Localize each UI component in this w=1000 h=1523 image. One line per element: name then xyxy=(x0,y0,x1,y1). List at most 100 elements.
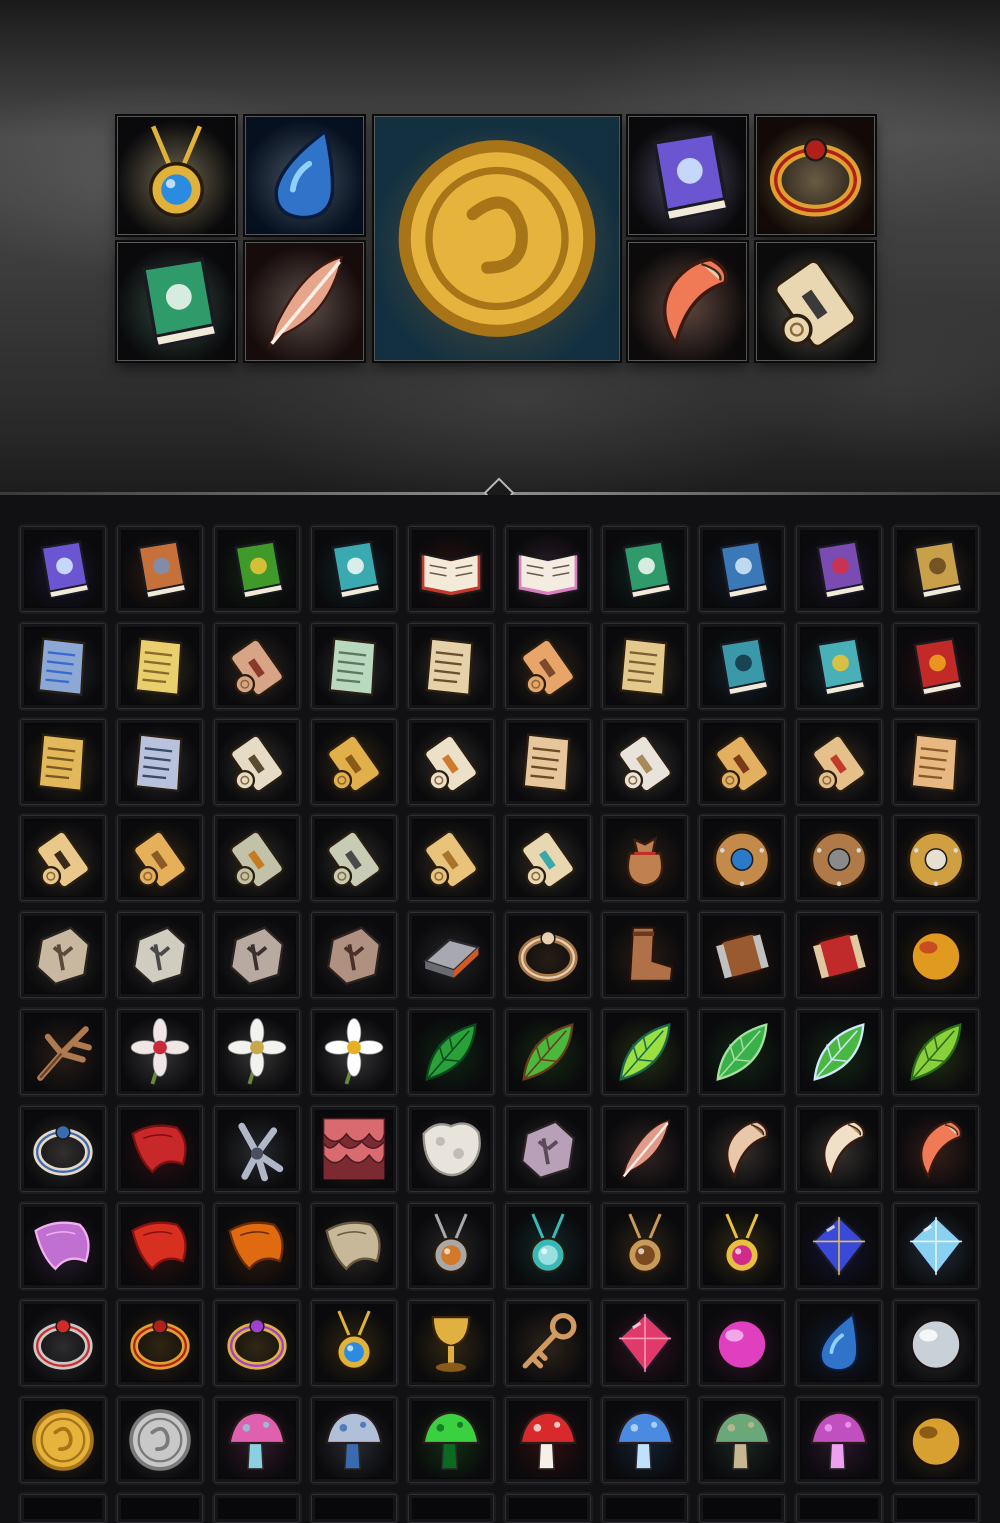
inventory-slot-empty[interactable] xyxy=(893,1494,979,1523)
inventory-slot[interactable] xyxy=(311,1203,397,1289)
inventory-slot[interactable] xyxy=(796,815,882,901)
inventory-slot[interactable] xyxy=(505,719,591,805)
inventory-slot[interactable] xyxy=(893,719,979,805)
inventory-slot[interactable] xyxy=(699,1009,785,1095)
inventory-slot[interactable] xyxy=(214,1009,300,1095)
inventory-slot-empty[interactable] xyxy=(117,1494,203,1523)
inventory-slot[interactable] xyxy=(602,1106,688,1192)
inventory-slot[interactable] xyxy=(311,719,397,805)
inventory-slot[interactable] xyxy=(214,815,300,901)
inventory-slot[interactable] xyxy=(602,1300,688,1386)
feather-icon[interactable] xyxy=(245,242,364,361)
inventory-slot[interactable] xyxy=(893,526,979,612)
inventory-slot[interactable] xyxy=(20,526,106,612)
water-drop-icon[interactable] xyxy=(245,116,364,235)
inventory-slot-empty[interactable] xyxy=(214,1494,300,1523)
inventory-slot[interactable] xyxy=(117,526,203,612)
inventory-slot[interactable] xyxy=(505,912,591,998)
inventory-slot[interactable] xyxy=(505,1397,591,1483)
inventory-slot[interactable] xyxy=(20,1106,106,1192)
inventory-slot[interactable] xyxy=(796,1300,882,1386)
inventory-slot[interactable] xyxy=(20,623,106,709)
inventory-slot[interactable] xyxy=(20,912,106,998)
inventory-slot[interactable] xyxy=(505,1009,591,1095)
inventory-slot[interactable] xyxy=(20,1009,106,1095)
rolled-scroll-icon[interactable] xyxy=(756,242,875,361)
inventory-slot[interactable] xyxy=(699,815,785,901)
inventory-slot[interactable] xyxy=(796,526,882,612)
inventory-slot[interactable] xyxy=(117,1106,203,1192)
inventory-slot[interactable] xyxy=(699,526,785,612)
inventory-slot[interactable] xyxy=(214,1203,300,1289)
inventory-slot[interactable] xyxy=(796,1397,882,1483)
inventory-slot[interactable] xyxy=(602,815,688,901)
inventory-slot[interactable] xyxy=(117,1300,203,1386)
inventory-slot[interactable] xyxy=(893,623,979,709)
inventory-slot[interactable] xyxy=(602,1397,688,1483)
inventory-slot[interactable] xyxy=(311,1397,397,1483)
inventory-slot[interactable] xyxy=(214,1397,300,1483)
inventory-slot[interactable] xyxy=(505,1300,591,1386)
inventory-slot[interactable] xyxy=(408,1009,494,1095)
inventory-slot[interactable] xyxy=(214,719,300,805)
inventory-slot-empty[interactable] xyxy=(505,1494,591,1523)
inventory-slot[interactable] xyxy=(602,1009,688,1095)
inventory-slot[interactable] xyxy=(20,1203,106,1289)
inventory-slot[interactable] xyxy=(311,526,397,612)
inventory-slot[interactable] xyxy=(117,912,203,998)
inventory-slot[interactable] xyxy=(699,1203,785,1289)
purple-spellbook-icon[interactable] xyxy=(628,116,747,235)
inventory-slot[interactable] xyxy=(311,1300,397,1386)
gold-coin-large-icon[interactable] xyxy=(374,116,620,361)
inventory-slot[interactable] xyxy=(408,1300,494,1386)
inventory-slot[interactable] xyxy=(893,1106,979,1192)
inventory-slot[interactable] xyxy=(408,1397,494,1483)
inventory-slot[interactable] xyxy=(796,1009,882,1095)
inventory-slot[interactable] xyxy=(408,623,494,709)
inventory-slot[interactable] xyxy=(311,1009,397,1095)
inventory-slot[interactable] xyxy=(796,1106,882,1192)
inventory-slot[interactable] xyxy=(893,1203,979,1289)
amulet-blue-gem-icon[interactable] xyxy=(117,116,236,235)
inventory-slot-empty[interactable] xyxy=(602,1494,688,1523)
inventory-slot[interactable] xyxy=(699,1300,785,1386)
inventory-slot[interactable] xyxy=(311,1106,397,1192)
inventory-slot[interactable] xyxy=(214,912,300,998)
green-leaf-book-icon[interactable] xyxy=(117,242,236,361)
inventory-slot[interactable] xyxy=(311,623,397,709)
gold-ring-icon[interactable] xyxy=(756,116,875,235)
inventory-slot[interactable] xyxy=(20,1397,106,1483)
inventory-slot[interactable] xyxy=(796,912,882,998)
inventory-slot[interactable] xyxy=(117,1203,203,1289)
inventory-slot[interactable] xyxy=(408,526,494,612)
inventory-slot[interactable] xyxy=(214,623,300,709)
inventory-slot[interactable] xyxy=(20,719,106,805)
inventory-slot[interactable] xyxy=(699,1397,785,1483)
inventory-slot[interactable] xyxy=(20,815,106,901)
inventory-slot[interactable] xyxy=(117,815,203,901)
inventory-slot[interactable] xyxy=(699,719,785,805)
inventory-slot[interactable] xyxy=(214,1300,300,1386)
inventory-slot-empty[interactable] xyxy=(311,1494,397,1523)
inventory-slot[interactable] xyxy=(602,719,688,805)
inventory-slot[interactable] xyxy=(117,1009,203,1095)
inventory-slot[interactable] xyxy=(408,719,494,805)
inventory-slot[interactable] xyxy=(796,1203,882,1289)
inventory-slot[interactable] xyxy=(505,623,591,709)
inventory-slot[interactable] xyxy=(117,719,203,805)
inventory-slot[interactable] xyxy=(408,1203,494,1289)
inventory-slot[interactable] xyxy=(602,623,688,709)
inventory-slot-empty[interactable] xyxy=(20,1494,106,1523)
inventory-slot[interactable] xyxy=(602,526,688,612)
inventory-slot[interactable] xyxy=(699,623,785,709)
inventory-slot[interactable] xyxy=(20,1300,106,1386)
claw-fang-icon[interactable] xyxy=(628,242,747,361)
inventory-slot[interactable] xyxy=(893,815,979,901)
inventory-slot[interactable] xyxy=(893,1300,979,1386)
inventory-slot[interactable] xyxy=(796,623,882,709)
inventory-slot[interactable] xyxy=(214,1106,300,1192)
inventory-slot[interactable] xyxy=(893,912,979,998)
inventory-slot[interactable] xyxy=(505,1106,591,1192)
inventory-slot[interactable] xyxy=(602,912,688,998)
inventory-slot[interactable] xyxy=(699,1106,785,1192)
